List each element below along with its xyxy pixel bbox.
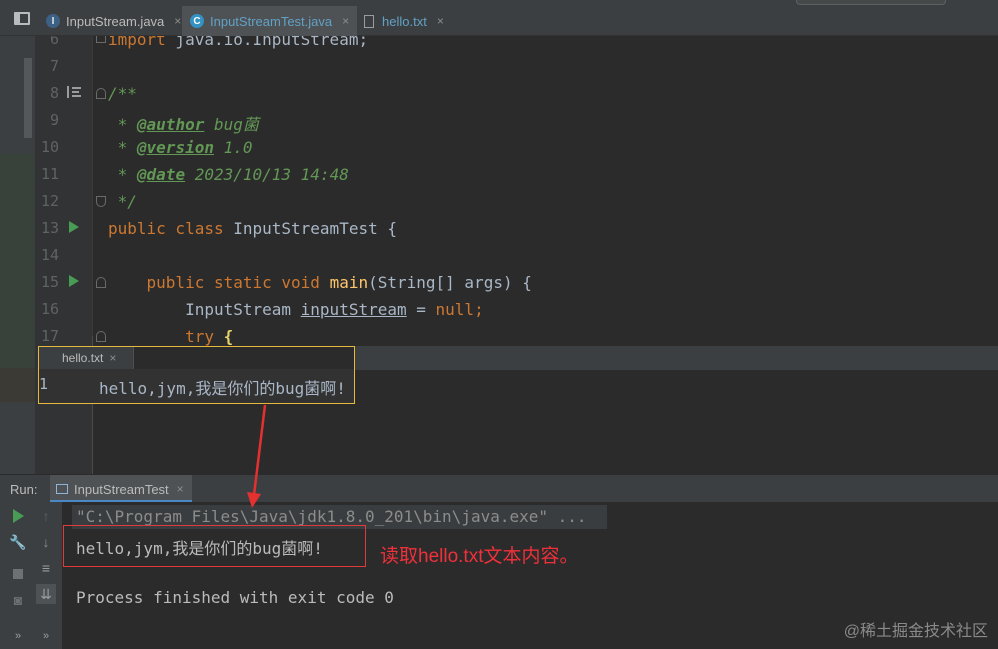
watermark: @稀土掘金技术社区 — [843, 623, 988, 640]
annotation-text: 读取hello.txt文本内容。 — [380, 546, 579, 567]
